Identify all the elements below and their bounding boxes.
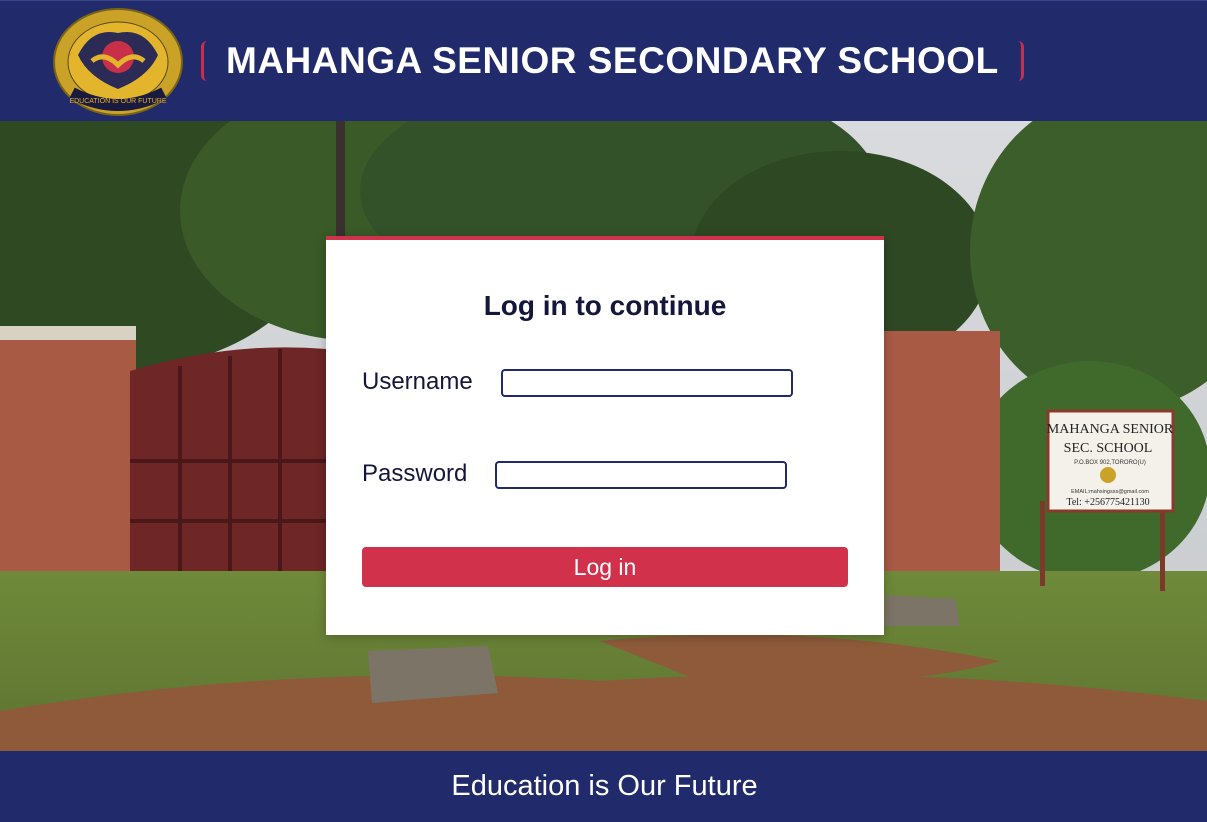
school-name: MAHANGA SENIOR SECONDARY SCHOOL: [226, 40, 999, 81]
username-label: Username: [362, 368, 473, 395]
sign-tel: Tel: +256775421130: [1066, 497, 1149, 508]
school-name-frame: MAHANGA SENIOR SECONDARY SCHOOL: [201, 40, 1024, 81]
sign-line-1: MAHANGA SENIOR: [1047, 422, 1174, 437]
footer-tagline: Education is Our Future: [451, 770, 758, 802]
header-bar: EDUCATION IS OUR FUTURE MAHANGA SENIOR S…: [0, 0, 1207, 121]
login-button[interactable]: Log in: [362, 547, 848, 587]
password-label: Password: [362, 460, 468, 487]
login-page: EDUCATION IS OUR FUTURE MAHANGA SENIOR S…: [0, 0, 1207, 822]
school-crest-icon: EDUCATION IS OUR FUTURE: [53, 8, 183, 116]
password-input[interactable]: [495, 461, 787, 489]
login-title: Log in to continue: [483, 290, 727, 321]
username-input[interactable]: [501, 369, 793, 397]
logo-motto: EDUCATION IS OUR FUTURE: [69, 98, 166, 105]
sign-line-2: SEC. SCHOOL: [1064, 441, 1153, 456]
footer-bar: Education is Our Future: [0, 751, 1207, 822]
sign-email: EMAIL:mahsingsss@gmail.com: [1071, 489, 1149, 495]
login-card: Log in to continue Username Password Log…: [326, 236, 884, 635]
sign-address: P.O.BOX 902,TORORO(U): [1074, 460, 1146, 466]
